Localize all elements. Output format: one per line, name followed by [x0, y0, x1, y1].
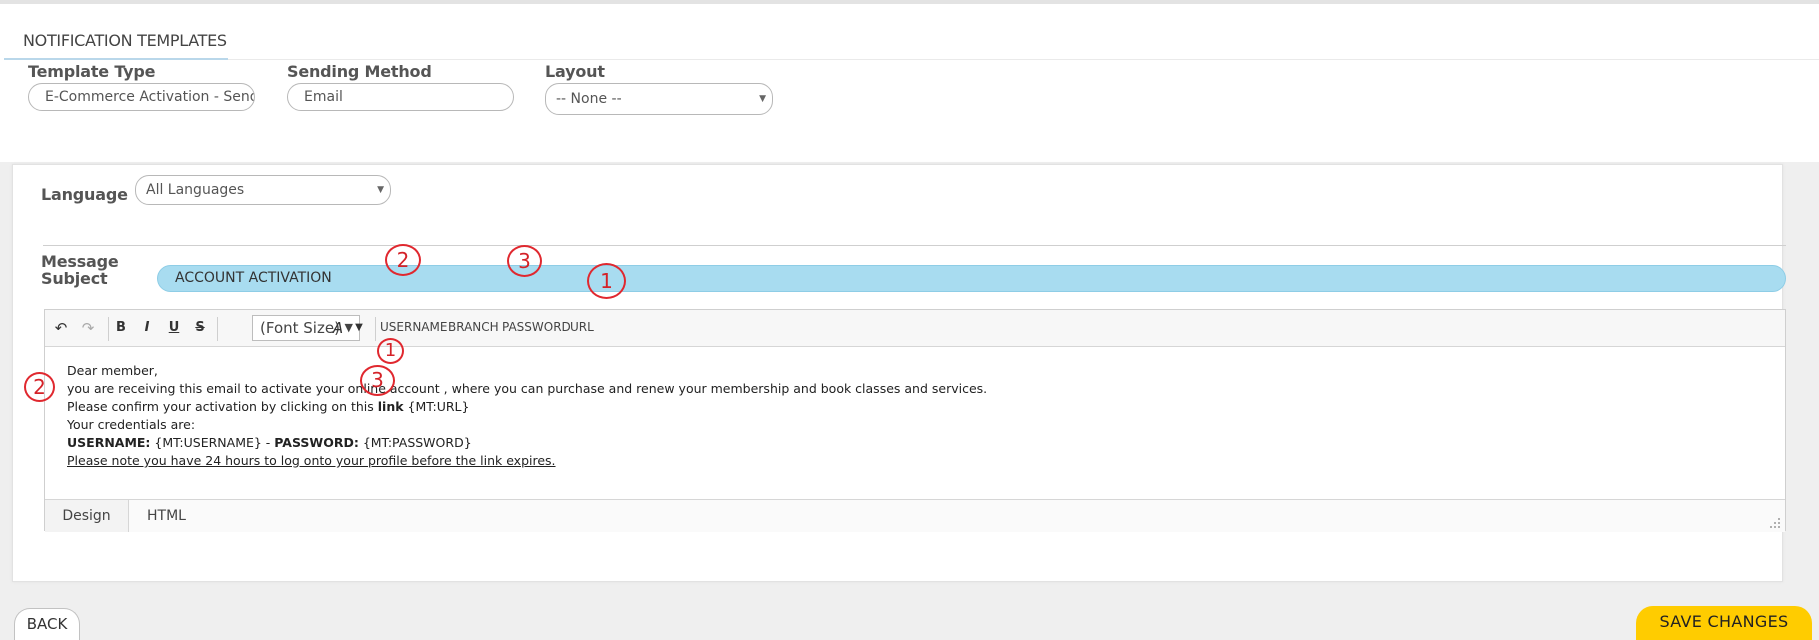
bold-button[interactable]: B: [111, 317, 131, 339]
username-label: USERNAME:: [67, 435, 151, 450]
message-card: Language All Languages ▼ Message Subject…: [12, 164, 1786, 582]
annotation-marker-url: 1: [377, 338, 404, 364]
toolbar-separator: [108, 317, 109, 341]
redo-icon[interactable]: ↷: [78, 317, 98, 339]
back-button[interactable]: BACK: [14, 608, 80, 640]
language-selected-value: All Languages: [146, 182, 245, 198]
password-label: PASSWORD:: [274, 435, 359, 450]
template-type-label: Template Type: [28, 62, 156, 81]
expiry-note: Please note you have 24 hours to log ont…: [67, 453, 556, 468]
line2-prefix: Please confirm your activation by clicki…: [67, 399, 378, 414]
rich-text-editor: ↶ ↷ B I U S (Font Size) ▼ A ▼ USERNAME B…: [44, 309, 1786, 532]
annotation-marker-password: 3: [507, 245, 542, 277]
annotation-marker-username: 2: [24, 372, 55, 402]
template-type-field[interactable]: E-Commerce Activation - Send Cr: [28, 83, 255, 111]
tab-notification-templates[interactable]: NOTIFICATION TEMPLATES: [4, 22, 228, 60]
language-select[interactable]: All Languages ▼: [135, 175, 391, 205]
editor-toolbar: ↶ ↷ B I U S (Font Size) ▼ A ▼ USERNAME B…: [45, 310, 1785, 347]
layout-label: Layout: [545, 62, 605, 81]
insert-field-password[interactable]: PASSWORD: [502, 320, 571, 334]
text-color-icon[interactable]: A: [327, 317, 349, 339]
toolbar-separator: [375, 317, 376, 341]
sending-method-field[interactable]: Email: [287, 83, 514, 111]
insert-field-username[interactable]: USERNAME: [380, 320, 447, 334]
layout-selected-value: -- None --: [556, 91, 622, 107]
toolbar-separator: [217, 317, 218, 341]
template-settings-panel: NOTIFICATION TEMPLATES Template Type E-C…: [0, 0, 1819, 162]
section-divider: [43, 245, 1786, 246]
body-line-3: Your credentials are:: [67, 417, 196, 432]
resize-grip-icon[interactable]: [1769, 517, 1781, 529]
underline-button[interactable]: U: [164, 317, 184, 339]
save-changes-button[interactable]: SAVE CHANGES: [1636, 606, 1812, 640]
insert-field-url[interactable]: URL: [570, 320, 594, 334]
undo-icon[interactable]: ↶: [51, 317, 71, 339]
password-token: {MT:PASSWORD}: [358, 435, 472, 450]
annotation-marker-url: 1: [587, 263, 626, 299]
editor-mode-bar: Design HTML: [45, 499, 1785, 532]
insert-field-branch[interactable]: BRANCH: [448, 320, 499, 334]
chevron-down-icon: ▼: [377, 185, 384, 195]
language-label: Language: [41, 185, 128, 204]
body-line-2: Please confirm your activation by clicki…: [67, 398, 1767, 416]
credentials-line: USERNAME: {MT:USERNAME} - PASSWORD: {MT:…: [67, 434, 1767, 452]
tab-design[interactable]: Design: [45, 500, 129, 532]
annotation-marker-password: 3: [360, 365, 395, 396]
strikethrough-button[interactable]: S: [190, 317, 210, 339]
chevron-down-icon: ▼: [759, 94, 766, 104]
message-subject-label: Message Subject: [41, 252, 119, 288]
link-text[interactable]: link: [378, 399, 404, 414]
url-token: {MT:URL}: [403, 399, 470, 414]
tab-divider: [228, 59, 1819, 60]
username-token: {MT:USERNAME} -: [150, 435, 275, 450]
tab-html[interactable]: HTML: [147, 500, 186, 532]
tab-label: NOTIFICATION TEMPLATES: [23, 31, 227, 50]
caret-down-icon[interactable]: ▼: [352, 317, 366, 339]
editor-content[interactable]: Dear member, you are receiving this emai…: [67, 362, 1767, 470]
body-line-1: you are receiving this email to activate…: [67, 381, 988, 396]
layout-select[interactable]: -- None -- ▼: [545, 83, 773, 115]
sending-method-label: Sending Method: [287, 62, 432, 81]
italic-button[interactable]: I: [137, 317, 157, 339]
greeting-line: Dear member,: [67, 363, 158, 378]
annotation-marker-username: 2: [385, 244, 421, 276]
